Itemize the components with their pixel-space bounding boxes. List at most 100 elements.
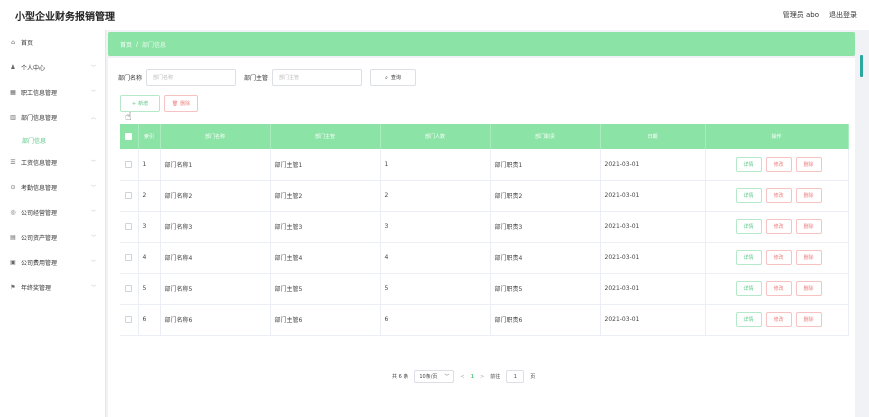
search-button[interactable]: ⌕ 查询 xyxy=(370,69,417,86)
dept-head-input[interactable]: 部门主管 xyxy=(272,69,363,86)
detail-button[interactable]: 详情 xyxy=(735,188,762,203)
edit-button[interactable]: 修改 xyxy=(765,250,792,265)
dept-name-input[interactable]: 部门名称 xyxy=(146,69,237,86)
chevron-down-icon: ﹀ xyxy=(90,90,96,96)
edit-button[interactable]: 修改 xyxy=(765,188,792,203)
column-header[interactable]: 部门主管 xyxy=(270,124,381,149)
sidebar-item-department[interactable]: ▥ 部门信息管理 ︿ xyxy=(0,105,105,130)
detail-button[interactable]: 详情 xyxy=(735,156,762,172)
pagination-total: 共 6 条 xyxy=(392,374,409,380)
row-checkbox[interactable] xyxy=(125,254,133,261)
delete-button[interactable]: 删除 xyxy=(795,188,822,203)
sidebar-item-personal-center[interactable]: ♟ 个人中心 ﹀ xyxy=(0,55,105,80)
table-cell: 3 xyxy=(138,211,161,243)
dept-name-label: 部门名称 xyxy=(118,75,143,82)
sidebar-item-attendance[interactable]: ⊙ 考勤信息管理 ﹀ xyxy=(0,175,105,200)
column-header[interactable]: 部门职责 xyxy=(490,124,601,149)
row-select-cell[interactable] xyxy=(120,273,139,305)
row-checkbox[interactable] xyxy=(125,285,133,292)
scrollbar-thumb[interactable] xyxy=(860,55,863,77)
row-checkbox[interactable] xyxy=(125,160,133,168)
sidebar-item-home[interactable]: ⌂ 首页 xyxy=(0,30,105,55)
table-row[interactable]: 2 部门名称2 部门主管2 2 部门职责2 2021-03-01 详情 修改 删除 xyxy=(120,180,849,212)
delete-button[interactable]: 删除 xyxy=(795,281,822,296)
next-page-button[interactable]: > xyxy=(480,374,484,380)
select-all-cell[interactable] xyxy=(120,124,139,149)
chart-icon: ▥ xyxy=(10,114,16,121)
ops-cell: 详情 修改 删除 xyxy=(705,242,849,274)
delete-button[interactable]: 删除 xyxy=(795,250,822,265)
table-row[interactable]: 6 部门名称6 部门主管6 6 部门职责6 2021-03-01 详情 修改 删除 xyxy=(120,304,849,336)
sidebar-item-label: 考勤信息管理 xyxy=(21,185,58,192)
clock-icon: ⊙ xyxy=(10,184,16,191)
batch-delete-button[interactable]: 🗑 删除 xyxy=(164,95,198,112)
detail-button[interactable]: 详情 xyxy=(735,250,762,265)
sidebar-item-salary[interactable]: ☰ 工资信息管理 ﹀ xyxy=(0,150,105,175)
delete-button[interactable]: 删除 xyxy=(795,156,822,172)
logout-link[interactable]: 退出登录 xyxy=(829,10,857,20)
sidebar-item-assets[interactable]: ▤ 公司资产管理 ﹀ xyxy=(0,225,105,250)
sidebar-subitem-department-info[interactable]: 部门信息 xyxy=(0,130,105,150)
ops-cell: 详情 修改 删除 xyxy=(705,149,849,181)
building-icon: ▤ xyxy=(10,234,16,241)
goto-label: 前往 xyxy=(490,374,501,380)
table-cell: 5 xyxy=(138,273,161,305)
row-select-cell[interactable] xyxy=(120,304,139,336)
row-checkbox[interactable] xyxy=(125,192,133,199)
table-row[interactable]: 5 部门名称5 部门主管5 5 部门职责5 2021-03-01 详情 修改 删除 xyxy=(120,273,849,305)
edit-button[interactable]: 修改 xyxy=(765,281,792,296)
detail-button[interactable]: 详情 xyxy=(735,312,762,327)
row-checkbox[interactable] xyxy=(125,223,133,230)
edit-button[interactable]: 修改 xyxy=(765,156,792,172)
table-cell: 1 xyxy=(138,149,161,181)
delete-button[interactable]: 删除 xyxy=(795,312,822,327)
sidebar-item-bonus[interactable]: ⚑ 年终奖管理 ﹀ xyxy=(0,275,105,300)
table-cell: 2021-03-01 xyxy=(600,180,706,212)
table-cell: 5 xyxy=(380,273,491,305)
edit-button[interactable]: 修改 xyxy=(765,312,792,327)
chevron-down-icon: ﹀ xyxy=(444,374,450,380)
row-select-cell[interactable] xyxy=(120,149,139,181)
delete-button-label: 删除 xyxy=(180,101,191,107)
table-cell: 2021-03-01 xyxy=(600,149,706,181)
detail-button[interactable]: 详情 xyxy=(735,219,762,234)
row-select-cell[interactable] xyxy=(120,211,139,243)
delete-button[interactable]: 删除 xyxy=(795,219,822,234)
pagination: 共 6 条 10条/页 ﹀ < 1 > 前往 1 页 xyxy=(392,370,535,383)
table-cell: 2021-03-01 xyxy=(600,304,706,336)
sidebar-item-label: 部门信息管理 xyxy=(21,115,58,122)
sidebar-item-label: 工资信息管理 xyxy=(21,160,58,167)
current-page-number[interactable]: 1 xyxy=(471,374,474,380)
table-cell: 部门名称4 xyxy=(160,242,271,274)
breadcrumb: 首页 / 部门信息 xyxy=(108,32,855,56)
row-checkbox[interactable] xyxy=(125,316,133,323)
sidebar-item-operations[interactable]: ◎ 公司经营管理 ﹀ xyxy=(0,200,105,225)
table-row[interactable]: 3 部门名称3 部门主管3 3 部门职责3 2021-03-01 详情 修改 删除 xyxy=(120,211,849,243)
table-row[interactable]: 1 部门名称1 部门主管1 1 部门职责1 2021-03-01 详情 修改 删除 xyxy=(120,149,849,181)
page-size-select[interactable]: 10条/页 ﹀ xyxy=(414,370,455,383)
table-row[interactable]: 4 部门名称4 部门主管4 4 部门职责4 2021-03-01 详情 修改 删除 xyxy=(120,242,849,274)
select-all-checkbox[interactable] xyxy=(125,133,133,140)
edit-button[interactable]: 修改 xyxy=(765,219,792,234)
column-header[interactable]: 部门人数 xyxy=(380,124,491,149)
ops-cell: 详情 修改 删除 xyxy=(705,180,849,212)
detail-button[interactable]: 详情 xyxy=(735,281,762,296)
column-header[interactable]: 日期 xyxy=(600,124,706,149)
table-cell: 部门职责2 xyxy=(490,180,601,212)
breadcrumb-home[interactable]: 首页 xyxy=(120,40,132,49)
sidebar-item-employee[interactable]: ▦ 职工信息管理 ﹀ xyxy=(0,80,105,105)
top-header: 小型企业财务报销管理 管理员 abo 退出登录 xyxy=(0,0,869,30)
sidebar-item-expenses[interactable]: ▣ 公司费用管理 ﹀ xyxy=(0,250,105,275)
sidebar-item-label: 公司费用管理 xyxy=(21,260,58,267)
table-cell: 部门名称6 xyxy=(160,304,271,336)
row-select-cell[interactable] xyxy=(120,242,139,274)
column-header: 操作 xyxy=(705,124,849,149)
table-cell: 2021-03-01 xyxy=(600,273,706,305)
prev-page-button[interactable]: < xyxy=(460,374,464,380)
table-cell: 6 xyxy=(380,304,491,336)
ops-cell: 详情 修改 删除 xyxy=(705,211,849,243)
column-header[interactable]: 部门名称 xyxy=(160,124,271,149)
row-select-cell[interactable] xyxy=(120,180,139,212)
goto-page-input[interactable]: 1 xyxy=(506,370,525,383)
target-icon: ◎ xyxy=(10,209,16,216)
